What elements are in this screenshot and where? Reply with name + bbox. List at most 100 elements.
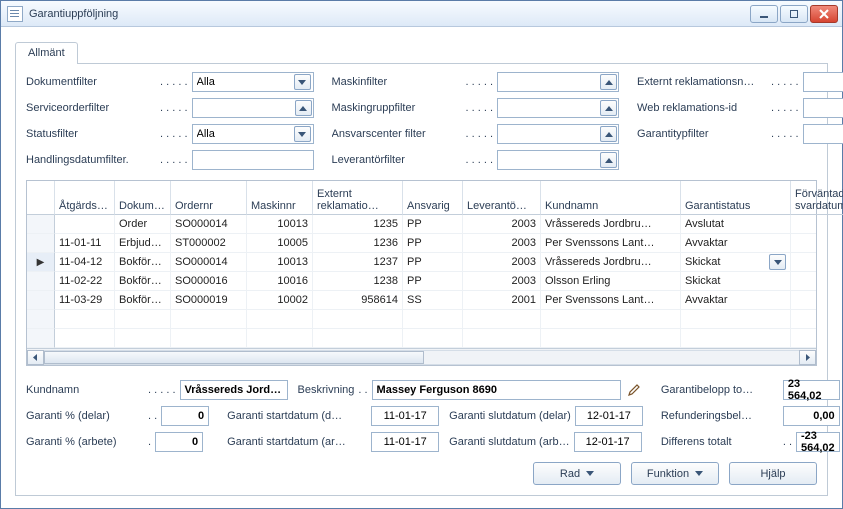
cell-ext[interactable]: 1238 [313, 272, 403, 291]
row-header[interactable] [27, 329, 55, 348]
cell-dokum[interactable]: Order [115, 215, 171, 234]
table-row[interactable]: 11-01-11Erbjud…ST000002100051236PP2003Pe… [27, 234, 816, 253]
cell-ext[interactable] [313, 329, 403, 348]
column-header[interactable]: Dokum… [115, 181, 171, 215]
edit-icon[interactable] [625, 381, 643, 399]
cell-maskin[interactable]: 10016 [247, 272, 313, 291]
filter-input-ansvarscenterfilter[interactable] [497, 124, 619, 144]
scroll-track[interactable] [44, 350, 799, 365]
cell-svar[interactable] [791, 215, 816, 234]
cell-lev[interactable]: 2003 [463, 215, 541, 234]
cell-dokum[interactable]: Bokför… [115, 291, 171, 310]
cell-ansv[interactable] [403, 329, 463, 348]
cell-lev[interactable]: 2001 [463, 291, 541, 310]
horizontal-scrollbar[interactable] [27, 348, 816, 365]
column-header[interactable]: Kundnamn [541, 181, 681, 215]
cell-dokum[interactable] [115, 310, 171, 329]
cell-svar[interactable] [791, 272, 816, 291]
cell-ansv[interactable]: SS [403, 291, 463, 310]
column-header[interactable]: Maskinnr [247, 181, 313, 215]
cell-ext[interactable]: 1236 [313, 234, 403, 253]
cell-dokum[interactable] [115, 329, 171, 348]
cell-order[interactable] [171, 329, 247, 348]
cell-order[interactable]: SO000016 [171, 272, 247, 291]
row-header[interactable] [27, 291, 55, 310]
cell-status[interactable] [681, 329, 791, 348]
cell-ansv[interactable]: PP [403, 234, 463, 253]
cell-maskin[interactable]: 10013 [247, 253, 313, 272]
cell-ansv[interactable]: PP [403, 215, 463, 234]
garanti-delar-field[interactable]: 0 [161, 406, 209, 426]
cell-ext[interactable]: 1235 [313, 215, 403, 234]
table-row[interactable] [27, 329, 816, 348]
cell-svar[interactable] [791, 234, 816, 253]
lookup-icon[interactable] [600, 74, 617, 90]
cell-lev[interactable] [463, 329, 541, 348]
cell-kund[interactable]: Olsson Erling [541, 272, 681, 291]
column-header[interactable]: Förväntad svardatum [791, 181, 843, 215]
filter-input-dokumentfilter[interactable]: Alla [192, 72, 314, 92]
minimize-button[interactable] [750, 5, 778, 23]
cell-status[interactable]: Avslutat [681, 215, 791, 234]
cell-status[interactable] [681, 310, 791, 329]
cell-atgard[interactable] [55, 215, 115, 234]
scroll-right-button[interactable] [799, 350, 816, 365]
cell-ext[interactable] [313, 310, 403, 329]
filter-input-maskinfilter[interactable] [497, 72, 619, 92]
tab-allmant[interactable]: Allmänt [15, 42, 78, 64]
start-delar-field[interactable]: 11-01-17 [371, 406, 439, 426]
slut-delar-field[interactable]: 12-01-17 [575, 406, 643, 426]
cell-maskin[interactable]: 10005 [247, 234, 313, 253]
column-header[interactable]: Ansvarig [403, 181, 463, 215]
cell-atgard[interactable] [55, 310, 115, 329]
cell-status[interactable]: Avvaktar [681, 291, 791, 310]
filter-input-garantitypfilter[interactable] [803, 124, 843, 144]
cell-atgard[interactable]: 11-01-11 [55, 234, 115, 253]
beskrivning-field[interactable]: Massey Ferguson 8690 [372, 380, 621, 400]
row-header[interactable] [27, 234, 55, 253]
filter-input-webreklamationsid[interactable] [803, 98, 843, 118]
column-header[interactable]: Externt reklamatio… [313, 181, 403, 215]
table-row[interactable]: OrderSO000014100131235PP2003Vråssereds J… [27, 215, 816, 234]
dropdown-icon[interactable] [294, 74, 311, 90]
cell-atgard[interactable]: 11-03-29 [55, 291, 115, 310]
cell-maskin[interactable] [247, 310, 313, 329]
cell-atgard[interactable] [55, 329, 115, 348]
cell-maskin[interactable] [247, 329, 313, 348]
cell-svar[interactable] [791, 310, 816, 329]
cell-kund[interactable]: Vråssereds Jordbru… [541, 253, 681, 272]
cell-kund[interactable]: Per Svenssons Lant… [541, 291, 681, 310]
row-header[interactable] [27, 215, 55, 234]
row-header[interactable] [27, 272, 55, 291]
lookup-icon[interactable] [600, 126, 617, 142]
cell-dokum[interactable]: Erbjud… [115, 234, 171, 253]
cell-ext[interactable]: 958614 [313, 291, 403, 310]
slut-arbete-field[interactable]: 12-01-17 [574, 432, 642, 452]
cell-lev[interactable]: 2003 [463, 272, 541, 291]
funktion-button[interactable]: Funktion [631, 462, 719, 485]
cell-status[interactable]: Avvaktar [681, 234, 791, 253]
scroll-left-button[interactable] [27, 350, 44, 365]
cell-order[interactable]: SO000014 [171, 215, 247, 234]
column-header[interactable]: Leverantö… [463, 181, 541, 215]
filter-input-externtreklamationsnr[interactable] [803, 72, 843, 92]
cell-lev[interactable]: 2003 [463, 234, 541, 253]
rad-button[interactable]: Rad [533, 462, 621, 485]
table-row[interactable]: 11-02-22Bokför…SO000016100161238PP2003Ol… [27, 272, 816, 291]
cell-dokum[interactable]: Bokför… [115, 272, 171, 291]
dropdown-icon[interactable] [294, 126, 311, 142]
lookup-icon[interactable] [295, 100, 312, 116]
close-button[interactable] [810, 5, 838, 23]
column-header[interactable]: Åtgärds… [55, 181, 115, 215]
cell-order[interactable]: ST000002 [171, 234, 247, 253]
cell-order[interactable]: SO000014 [171, 253, 247, 272]
scroll-thumb[interactable] [44, 351, 424, 364]
cell-order[interactable]: SO000019 [171, 291, 247, 310]
filter-input-statusfilter[interactable]: Alla [192, 124, 314, 144]
start-arbete-field[interactable]: 11-01-17 [371, 432, 439, 452]
cell-order[interactable] [171, 310, 247, 329]
cell-lev[interactable] [463, 310, 541, 329]
filter-input-leverantorfilter[interactable] [497, 150, 619, 170]
cell-status[interactable]: Skickat [681, 272, 791, 291]
row-header[interactable] [27, 310, 55, 329]
